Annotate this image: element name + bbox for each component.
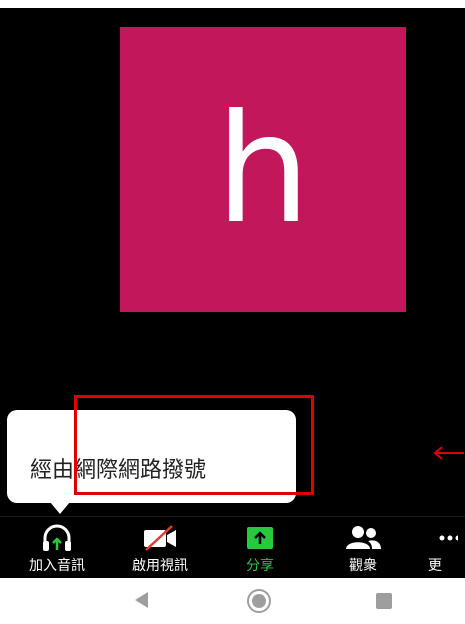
participants-button[interactable]: 觀衆 [318,523,408,575]
recents-icon[interactable] [374,591,394,611]
annotation-highlight-box [74,395,314,495]
video-off-icon [115,523,205,553]
meeting-toolbar: 加入音訊 啟用視訊 分享 觀衆 更 [0,516,465,579]
share-label: 分享 [246,558,274,574]
join-audio-label: 加入音訊 [29,558,85,574]
participant-initial: h [215,82,311,257]
annotation-arrow-icon [433,446,464,460]
participants-label: 觀衆 [349,558,377,574]
join-audio-button[interactable]: 加入音訊 [12,523,102,575]
share-arrow-icon [215,523,305,553]
tooltip-pointer [50,502,70,514]
start-video-label: 啟用視訊 [132,558,188,574]
headphones-icon [12,523,102,553]
start-video-button[interactable]: 啟用視訊 [115,523,205,575]
share-button[interactable]: 分享 [215,523,305,575]
participants-icon [318,523,408,553]
back-icon[interactable] [132,590,152,610]
home-icon[interactable] [246,588,272,614]
more-button[interactable]: 更 [428,523,465,575]
more-icon [428,523,465,553]
more-label: 更 [428,558,442,574]
system-navigation-bar [0,578,465,624]
participant-avatar-tile[interactable]: h [120,27,406,312]
status-bar [0,0,465,8]
